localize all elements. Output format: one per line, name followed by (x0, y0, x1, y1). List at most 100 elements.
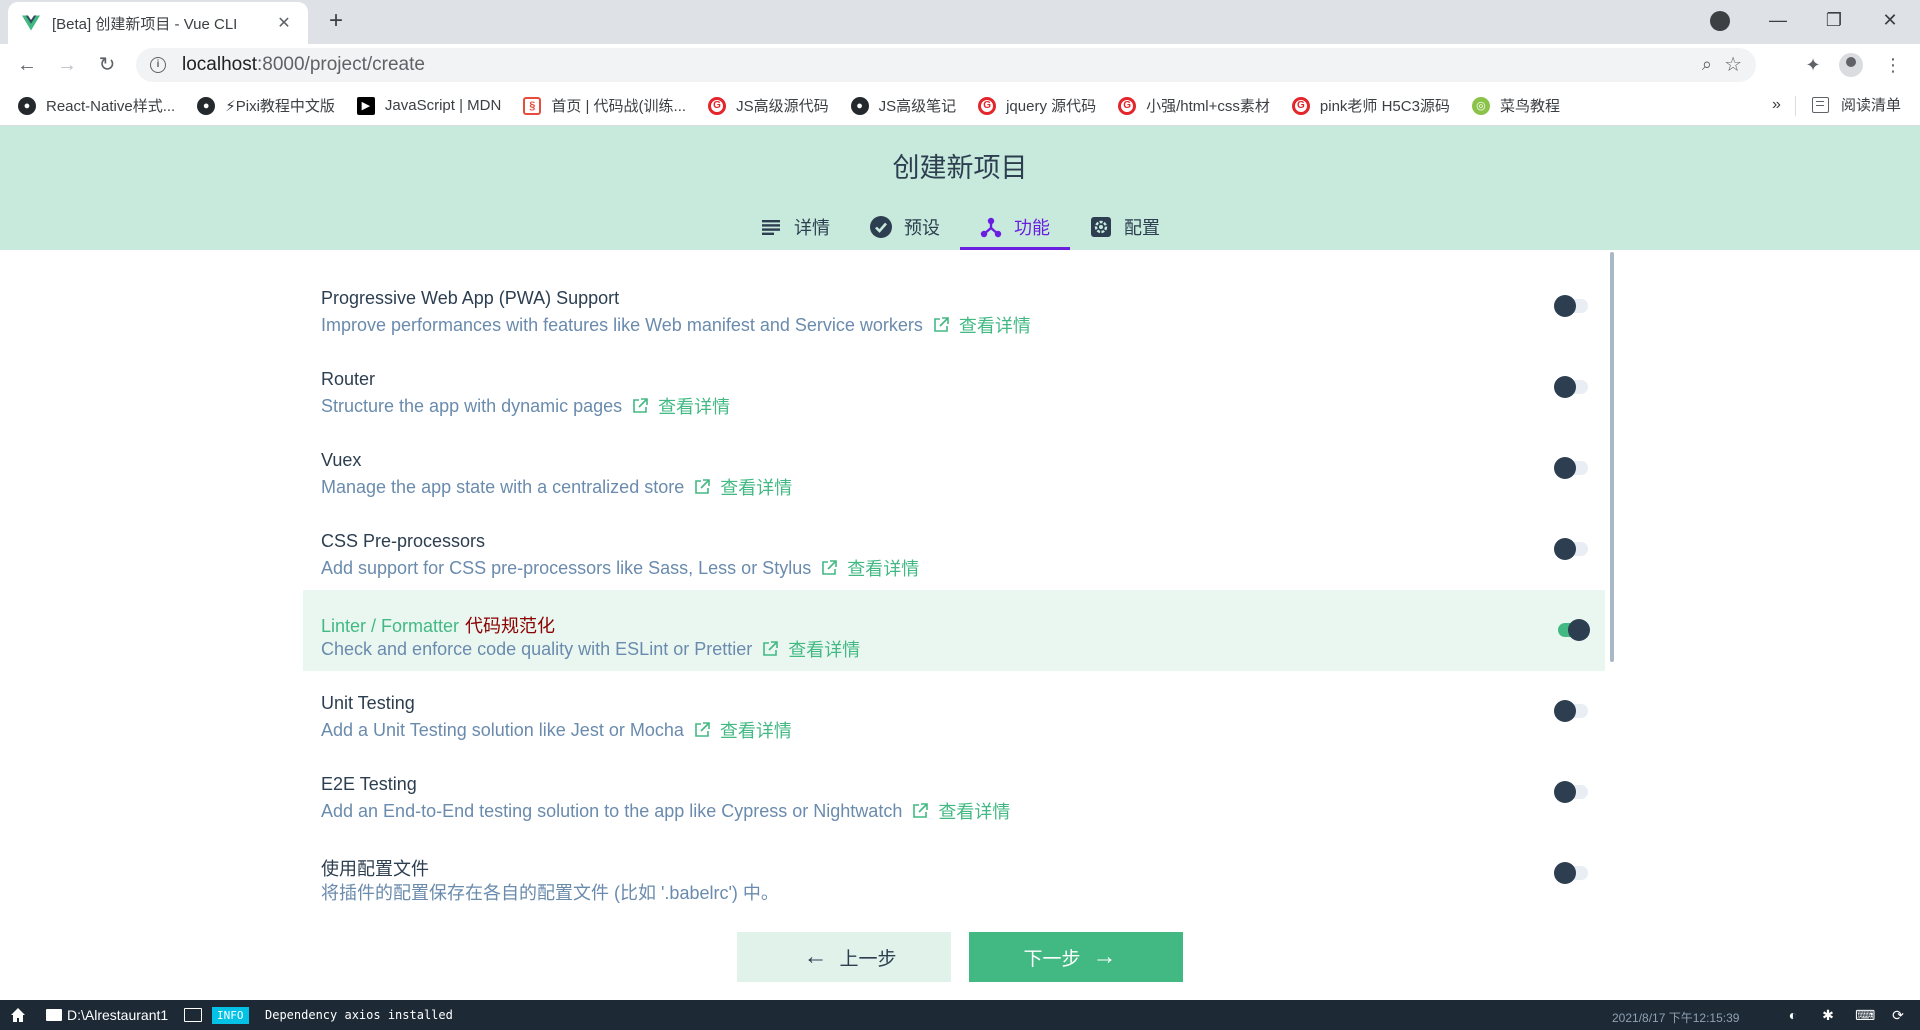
feature-item-router[interactable]: Router Structure the app with dynamic pa… (303, 347, 1605, 428)
tab-label: 详情 (794, 218, 830, 238)
reading-list-label: 阅读清单 (1841, 97, 1902, 114)
folder-icon[interactable] (46, 1009, 62, 1021)
check-circle-icon (870, 216, 892, 238)
home-icon[interactable] (10, 1007, 26, 1023)
project-path[interactable]: D:\Alrestaurant1 (67, 1007, 168, 1023)
address-bar[interactable]: i localhost:8000/project/create ⌕ ☆ (136, 48, 1756, 82)
extensions-icon[interactable]: ✦ (1800, 52, 1826, 78)
log-message[interactable]: Dependency axios installed (265, 1008, 453, 1022)
bookmark-item[interactable]: Gpink老师 H5C3源码 (1291, 95, 1450, 116)
feature-item-css-preprocessors[interactable]: CSS Pre-processors Add support for CSS p… (303, 509, 1605, 590)
feature-title: 使用配置文件 (321, 859, 429, 879)
tab-search-icon[interactable] (1710, 11, 1730, 31)
log-level-badge: INFO (212, 1007, 249, 1024)
feature-list: Progressive Web App (PWA) Support Improv… (0, 250, 1920, 916)
bookmark-item[interactable]: G JS高级源代码 (708, 95, 829, 116)
gitee-icon: G (708, 96, 727, 115)
bookmark-item[interactable]: ◎ 菜鸟教程 (1471, 95, 1560, 116)
bookmark-item[interactable]: ▶ JavaScript | MDN (356, 96, 502, 115)
tab-config[interactable]: 配置 (1070, 204, 1180, 250)
more-info-link[interactable]: 查看详情 (658, 393, 730, 419)
feature-item-pwa[interactable]: Progressive Web App (PWA) Support Improv… (303, 266, 1605, 347)
new-tab-button[interactable]: + (322, 8, 350, 36)
feature-item-vuex[interactable]: Vuex Manage the app state with a central… (303, 428, 1605, 509)
more-info-link[interactable]: 查看详情 (847, 555, 919, 581)
bookmark-star-icon[interactable]: ☆ (1724, 52, 1742, 77)
page-title: 创建新项目 (892, 153, 1028, 183)
feature-name: CSS Pre-processors (321, 531, 485, 552)
reload-button[interactable]: ↻ (92, 50, 122, 80)
feature-title: Unit Testing (321, 693, 415, 713)
refresh-icon[interactable]: ⟳ (1890, 1007, 1906, 1023)
bug-icon[interactable]: ✱ (1820, 1007, 1836, 1023)
dark-mode-icon[interactable]: ◐ (1785, 1007, 1801, 1023)
feature-item-config-files[interactable]: 使用配置文件 将插件的配置保存在各自的配置文件 (比如 '.babelrc') … (303, 833, 1605, 914)
tab-features[interactable]: 功能 (960, 204, 1070, 250)
tab-title: [Beta] 创建新项目 - Vue CLI (52, 15, 238, 33)
bookmark-item[interactable]: ● React-Native样式... (18, 95, 175, 116)
zoom-icon[interactable]: ⌕ (1702, 54, 1712, 75)
feature-title: Router (321, 369, 376, 389)
browser-tabstrip: [Beta] 创建新项目 - Vue CLI ✕ + — ❐ ✕ (0, 0, 1920, 44)
site-info-icon[interactable]: i (150, 57, 166, 73)
feature-name: Router (321, 369, 375, 390)
translate-icon[interactable]: ⌨ (1855, 1007, 1875, 1023)
scrollbar[interactable] (1610, 252, 1614, 662)
bookmark-item[interactable]: § 首页 | 代码战(训练... (523, 95, 686, 116)
feature-title: Vuex (321, 450, 362, 470)
profile-avatar[interactable] (1839, 53, 1863, 77)
feature-toggle[interactable] (1554, 295, 1589, 317)
close-icon[interactable]: ✕ (274, 13, 294, 33)
toggle-knob (1554, 457, 1576, 479)
toggle-knob (1554, 781, 1576, 803)
toggle-knob (1554, 295, 1576, 317)
browser-tab[interactable]: [Beta] 创建新项目 - Vue CLI ✕ (8, 2, 308, 44)
window-close-button[interactable]: ✕ (1862, 0, 1918, 40)
external-link-icon (695, 479, 711, 494)
more-info-link[interactable]: 查看详情 (720, 717, 792, 743)
tab-presets[interactable]: 预设 (850, 204, 960, 250)
more-info-link[interactable]: 查看详情 (959, 312, 1031, 338)
feature-desc-text: Add a Unit Testing solution like Jest or… (321, 719, 684, 740)
feature-toggle[interactable] (1554, 862, 1589, 884)
forward-button[interactable]: → (52, 50, 82, 80)
bookmark-item[interactable]: Gjquery 源代码 (978, 95, 1096, 116)
back-button[interactable]: ← (12, 50, 42, 80)
url-path: :8000/project/create (257, 54, 425, 75)
bookmark-item[interactable]: ● ⚡Pixi教程中文版 (197, 95, 335, 116)
bookmark-label: JavaScript | MDN (384, 97, 502, 114)
bookmark-item[interactable]: ● JS高级笔记 (850, 95, 956, 116)
more-info-link[interactable]: 查看详情 (720, 474, 792, 500)
feature-toggle[interactable] (1554, 457, 1589, 479)
more-info-link[interactable]: 查看详情 (938, 798, 1010, 824)
feature-item-e2e-testing[interactable]: E2E Testing Add an End-to-End testing so… (303, 752, 1605, 833)
next-step-button[interactable]: 下一步 → (969, 932, 1183, 982)
feature-item-linter[interactable]: Linter / Formatter 代码规范化 Check and enforc… (303, 590, 1605, 671)
settings-icon (1090, 216, 1112, 238)
feature-desc-text: Check and enforce code quality with ESLi… (321, 638, 753, 659)
reading-list-button[interactable]: 阅读清单 (1812, 94, 1901, 115)
console-icon[interactable] (184, 1008, 202, 1022)
bookmark-item[interactable]: G 小强/html+css素材 (1118, 95, 1270, 116)
tab-label: 功能 (1014, 218, 1050, 238)
prev-step-button[interactable]: ← 上一步 (737, 932, 951, 982)
external-link-icon (633, 398, 648, 413)
feature-toggle[interactable] (1554, 619, 1590, 641)
feature-item-unit-testing[interactable]: Unit Testing Add a Unit Testing solution… (303, 671, 1605, 752)
minimize-button[interactable]: — (1750, 0, 1806, 40)
feature-toggle[interactable] (1554, 700, 1589, 722)
feature-toggle[interactable] (1554, 376, 1589, 398)
menu-icon[interactable]: ⋮ (1880, 52, 1906, 78)
tab-details[interactable]: 详情 (740, 204, 850, 250)
page-header: 创建新项目 详情 预设 功能 配置 (0, 126, 1920, 250)
feature-title: CSS Pre-processors (321, 531, 486, 551)
gitee-icon: G (1118, 96, 1137, 115)
feature-toggle[interactable] (1554, 538, 1589, 560)
feature-toggle[interactable] (1554, 781, 1589, 803)
vue-logo-icon (22, 15, 40, 31)
bookmarks-more-button[interactable]: » (1772, 96, 1781, 114)
more-info-link[interactable]: 查看详情 (788, 636, 860, 662)
restore-button[interactable]: ❐ (1806, 0, 1862, 40)
bookmark-label: 小强/html+css素材 (1146, 98, 1270, 115)
browser-toolbar: ← → ↻ i localhost:8000/project/create ⌕ … (0, 44, 1920, 86)
